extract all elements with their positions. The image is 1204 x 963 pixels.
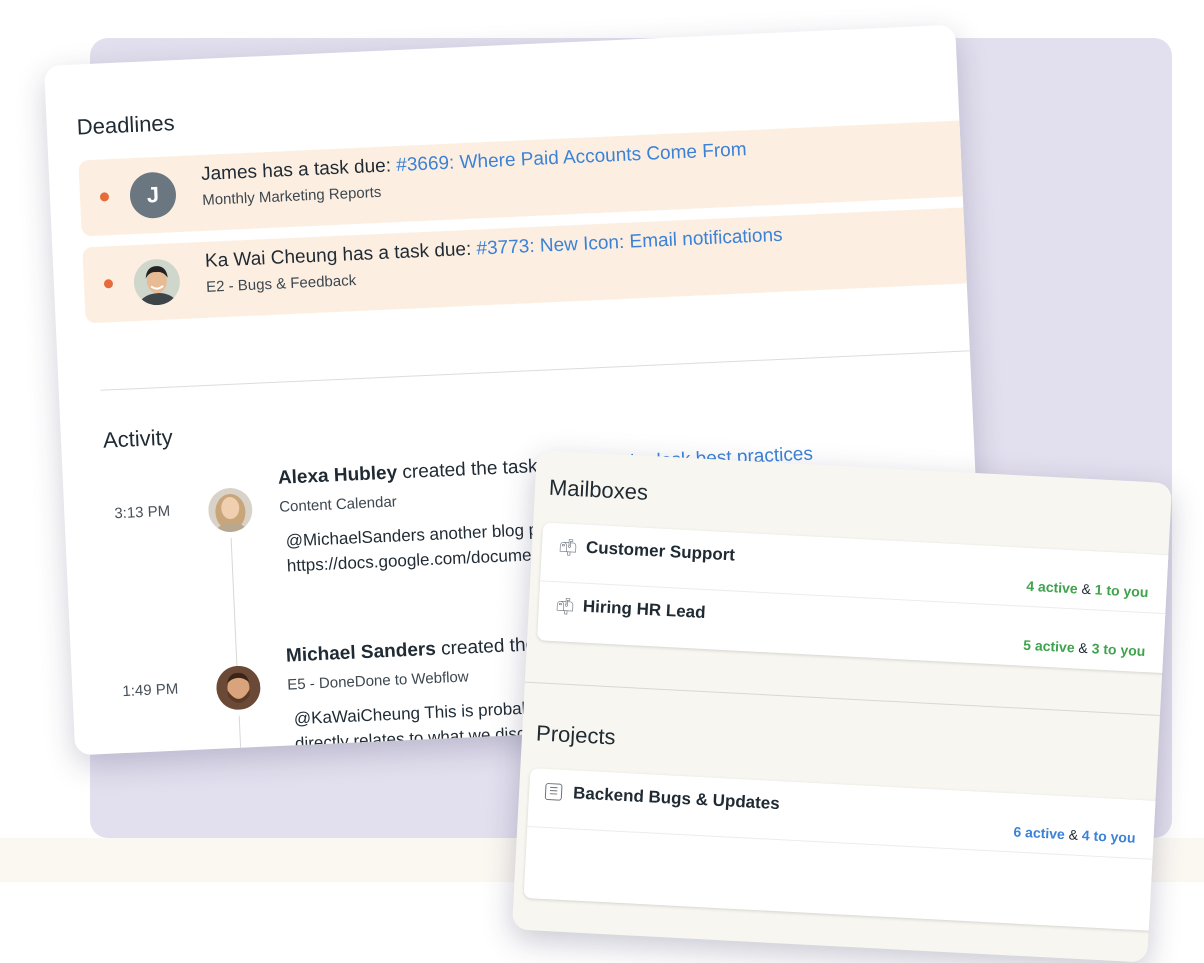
- overdue-dot-icon: [103, 279, 114, 289]
- avatar: [215, 664, 262, 711]
- mailbox-counts: 4 active & 1 to you: [1026, 578, 1149, 600]
- deadline-text: James has a task due:: [200, 155, 397, 185]
- project-list: ☰ Backend Bugs & Updates 6 active & 4 to…: [523, 768, 1170, 932]
- deadlines-title: Deadlines: [76, 110, 176, 140]
- deadline-text: Ka Wai Cheung has a task due:: [204, 238, 478, 272]
- activity-user[interactable]: Alexa Hubley: [277, 462, 397, 488]
- count-separator: &: [1074, 639, 1093, 657]
- assigned-count: 1 to you: [1094, 581, 1149, 601]
- count-separator: &: [1064, 826, 1083, 844]
- project-item[interactable]: ☰ Backend Bugs & Updates 6 active & 4 to…: [527, 768, 1169, 859]
- sidebar-card: Mailboxes 📫︎ Customer Support 4 active &…: [511, 450, 1173, 963]
- avatar: J: [128, 171, 177, 220]
- count-separator: &: [1077, 580, 1096, 598]
- project-counts: 6 active & 4 to you: [1013, 823, 1136, 845]
- section-divider: [524, 681, 1164, 717]
- activity-time: 1:49 PM: [122, 680, 179, 701]
- mailbox-list: 📫︎ Customer Support 4 active & 1 to you …: [537, 522, 1173, 674]
- activity-time: 3:13 PM: [113, 502, 171, 523]
- active-count: 5 active: [1022, 636, 1076, 656]
- mailbox-icon: 📫︎: [554, 598, 576, 617]
- mailbox-icon: 📫︎: [557, 539, 579, 558]
- activity-title: Activity: [102, 424, 174, 453]
- project-name: Backend Bugs & Updates: [572, 783, 781, 814]
- activity-action: created the task: [396, 455, 544, 484]
- mailbox-name: Customer Support: [585, 537, 736, 565]
- checklist-icon: ☰: [544, 782, 563, 801]
- section-divider: [100, 349, 987, 391]
- active-count: 6 active: [1013, 823, 1066, 843]
- overdue-dot-icon: [99, 192, 110, 202]
- active-count: 4 active: [1025, 577, 1079, 597]
- mailbox-counts: 5 active & 3 to you: [1023, 637, 1146, 659]
- avatar: [207, 487, 254, 533]
- avatar: [132, 258, 181, 307]
- activity-user[interactable]: Michael Sanders: [286, 639, 437, 667]
- mailbox-name: Hiring HR Lead: [582, 596, 707, 623]
- mailboxes-title: Mailboxes: [548, 474, 649, 505]
- projects-title: Projects: [535, 720, 617, 750]
- assigned-count: 4 to you: [1081, 827, 1136, 846]
- assigned-count: 3 to you: [1091, 640, 1146, 660]
